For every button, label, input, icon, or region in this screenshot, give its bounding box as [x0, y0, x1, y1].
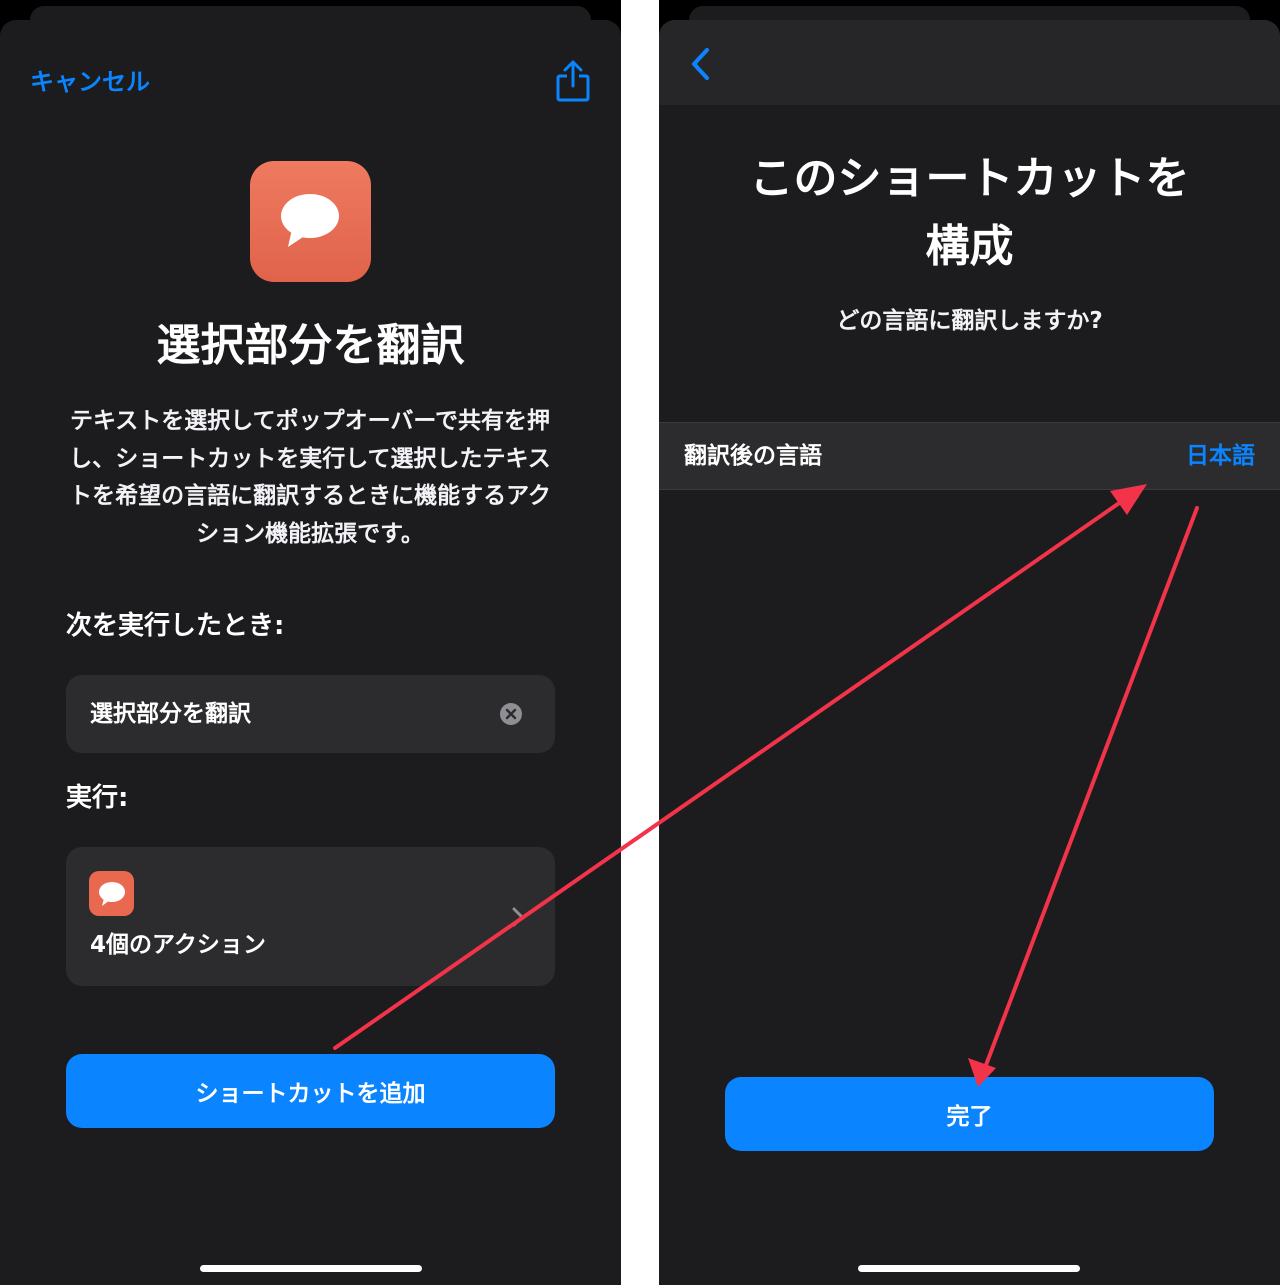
configure-title-line-1: このショートカットを — [749, 153, 1190, 204]
mini-shortcut-icon — [89, 871, 134, 916]
configure-shortcut-sheet: このショートカットを 構成 どの言語に翻訳しますか? 翻訳後の言語 日本語 完了 — [659, 20, 1280, 1285]
trigger-phrase-field[interactable]: 選択部分を翻訳 — [66, 675, 555, 753]
right-screen: このショートカットを 構成 どの言語に翻訳しますか? 翻訳後の言語 日本語 完了 — [659, 0, 1280, 1285]
add-shortcut-button[interactable]: ショートカットを追加 — [66, 1054, 555, 1128]
run-section-label: 実行: — [66, 783, 129, 813]
actions-count: 4個のアクション — [90, 932, 266, 958]
configure-title-line-2: 構成 — [925, 221, 1014, 272]
target-language-label: 翻訳後の言語 — [684, 443, 822, 469]
back-chevron-icon[interactable] — [689, 46, 713, 82]
shortcut-detail-sheet: キャンセル 選択部分を翻訳 テキストを選択してポップオーバーで共有を押し、ショー… — [0, 20, 621, 1285]
share-icon[interactable] — [555, 60, 591, 102]
shortcut-app-icon — [250, 161, 371, 282]
done-button[interactable]: 完了 — [725, 1077, 1214, 1151]
actions-card[interactable]: 4個のアクション — [66, 847, 555, 986]
home-indicator — [858, 1265, 1080, 1272]
left-screen: キャンセル 選択部分を翻訳 テキストを選択してポップオーバーで共有を押し、ショー… — [0, 0, 621, 1285]
clear-icon[interactable] — [500, 703, 522, 725]
nav-bar — [659, 20, 1280, 105]
shortcut-title: 選択部分を翻訳 — [156, 320, 465, 371]
cancel-button[interactable]: キャンセル — [30, 65, 150, 99]
configure-question: どの言語に翻訳しますか? — [836, 308, 1103, 334]
target-language-value[interactable]: 日本語 — [1186, 438, 1255, 474]
trigger-phrase-value: 選択部分を翻訳 — [90, 701, 251, 727]
target-language-row[interactable]: 翻訳後の言語 日本語 — [659, 422, 1280, 490]
speech-bubble-icon — [99, 882, 125, 906]
shortcut-description: テキストを選択してポップオーバーで共有を押し、ショートカットを実行して選択したテ… — [69, 408, 551, 547]
home-indicator — [200, 1265, 422, 1272]
configure-title: このショートカットを 構成 — [699, 145, 1240, 281]
chevron-right-icon — [512, 907, 524, 927]
speech-bubble-icon — [281, 194, 339, 247]
trigger-section-label: 次を実行したとき: — [66, 611, 285, 641]
